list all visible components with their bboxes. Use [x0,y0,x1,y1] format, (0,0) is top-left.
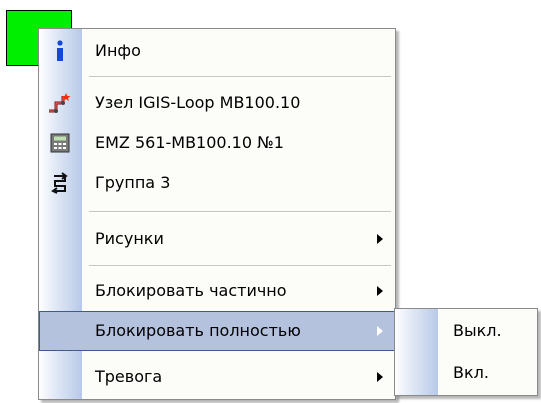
menu-item-label: Рисунки [95,229,164,248]
menu-item-label: EMZ 561-MB100.10 №1 [95,133,284,152]
menu-item-alarm[interactable]: Тревога [39,357,395,397]
menu-item-device[interactable]: EMZ 561-MB100.10 №1 [39,123,395,163]
submenu-arrow-icon [377,286,383,296]
menu-item-block-full[interactable]: Блокировать полностью [39,311,395,351]
menu-item-label: Узел IGIS-Loop MB100.10 [95,93,301,112]
submenu-item-label: Вкл. [453,363,489,382]
menu-item-pictures[interactable]: Рисунки [39,219,395,259]
menu-item-info[interactable]: Инфо [39,31,395,71]
menu-separator [89,76,391,78]
submenu-arrow-icon [377,326,383,336]
menu-item-label: Инфо [95,41,141,60]
menu-item-label: Тревога [95,367,163,386]
info-icon [47,39,73,63]
menu-item-loop-node[interactable]: Узел IGIS-Loop MB100.10 [39,83,395,123]
submenu-arrow-icon [377,234,383,244]
menu-item-label: Блокировать частично [95,281,287,300]
device-icon [47,131,73,155]
group-icon [47,171,73,195]
submenu-item-on[interactable]: Вкл. [395,353,537,393]
menu-item-group[interactable]: Группа 3 [39,163,395,203]
menu-item-block-partial[interactable]: Блокировать частично [39,271,395,311]
menu-separator [89,265,391,267]
context-menu: Инфо Узел IGIS-Loop MB100.10 EMZ 561-MB1… [38,28,396,400]
menu-separator [89,211,391,213]
menu-item-label: Блокировать полностью [95,321,301,340]
submenu-arrow-icon [377,372,383,382]
submenu-item-label: Выкл. [453,321,502,340]
submenu-block-full: Выкл. Вкл. [394,308,538,396]
loop-node-icon [47,91,73,115]
menu-item-label: Группа 3 [95,173,171,192]
submenu-item-off[interactable]: Выкл. [395,311,537,351]
